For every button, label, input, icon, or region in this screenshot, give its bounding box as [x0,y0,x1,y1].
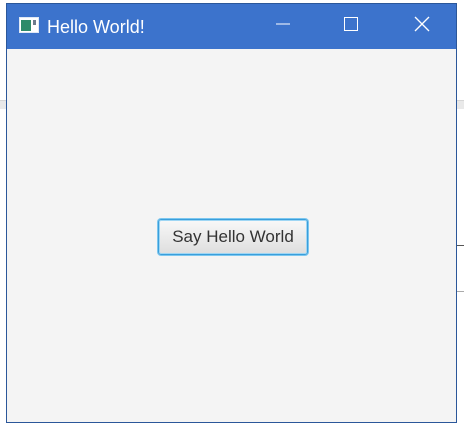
app-icon [19,17,39,33]
say-hello-world-button[interactable]: Say Hello World [158,219,308,255]
minimize-icon [275,16,291,37]
title-bar[interactable]: Hello World! [7,4,456,49]
app-window: Hello World! Say Hello World [6,3,457,423]
maximize-icon [343,16,359,37]
close-icon [413,15,431,38]
background-line [456,291,464,292]
close-button[interactable] [399,4,445,49]
minimize-button[interactable] [260,4,306,49]
maximize-button[interactable] [328,4,374,49]
background-line [456,245,464,246]
window-title: Hello World! [47,17,145,37]
window-content: Say Hello World [7,49,456,422]
